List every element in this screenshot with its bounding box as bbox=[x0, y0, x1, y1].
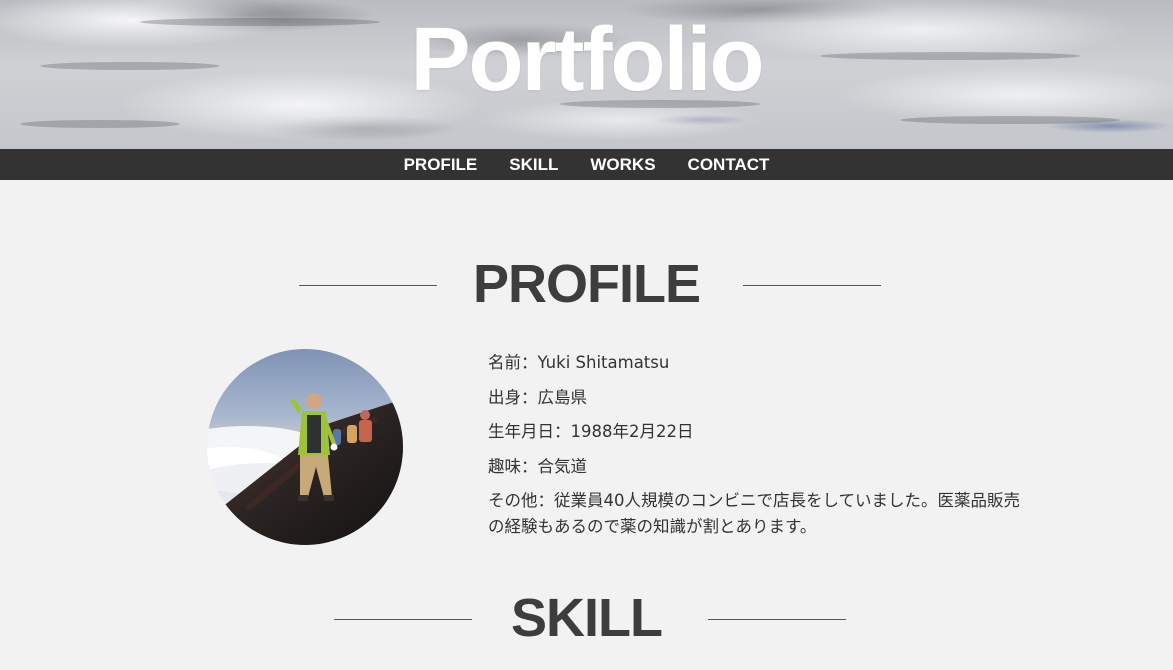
profile-heading-rule-right bbox=[743, 285, 881, 286]
skill-heading-rule-right bbox=[708, 619, 846, 620]
profile-name: 名前：Yuki Shitamatsu bbox=[488, 353, 670, 372]
profile-photo bbox=[207, 349, 403, 545]
profile-birthplace: 出身：広島県 bbox=[488, 387, 587, 407]
hero-banner: Portfolio bbox=[0, 0, 1173, 149]
nav-link-profile[interactable]: PROFILE bbox=[404, 149, 478, 180]
profile-heading: PROFILE bbox=[472, 254, 701, 314]
skill-heading: SKILL bbox=[511, 588, 663, 648]
profile-hobby: 趣味：合気道 bbox=[488, 456, 587, 476]
nav-link-skill[interactable]: SKILL bbox=[509, 149, 558, 180]
profile-details: 名前：Yuki Shitamatsu 出身：広島県 生年月日：1988年2月22… bbox=[488, 350, 1028, 550]
site-title: Portfolio bbox=[410, 10, 765, 110]
profile-birthdate: 生年月日：1988年2月22日 bbox=[488, 422, 694, 441]
nav-link-works[interactable]: WORKS bbox=[590, 149, 655, 180]
profile-photo-image bbox=[207, 349, 403, 545]
main-nav: PROFILE SKILL WORKS CONTACT bbox=[0, 149, 1173, 180]
nav-link-contact[interactable]: CONTACT bbox=[688, 149, 770, 180]
profile-other: その他：従業員40人規模のコンビニで店長をしていました。医薬品販売の経験もあるの… bbox=[488, 491, 1021, 536]
